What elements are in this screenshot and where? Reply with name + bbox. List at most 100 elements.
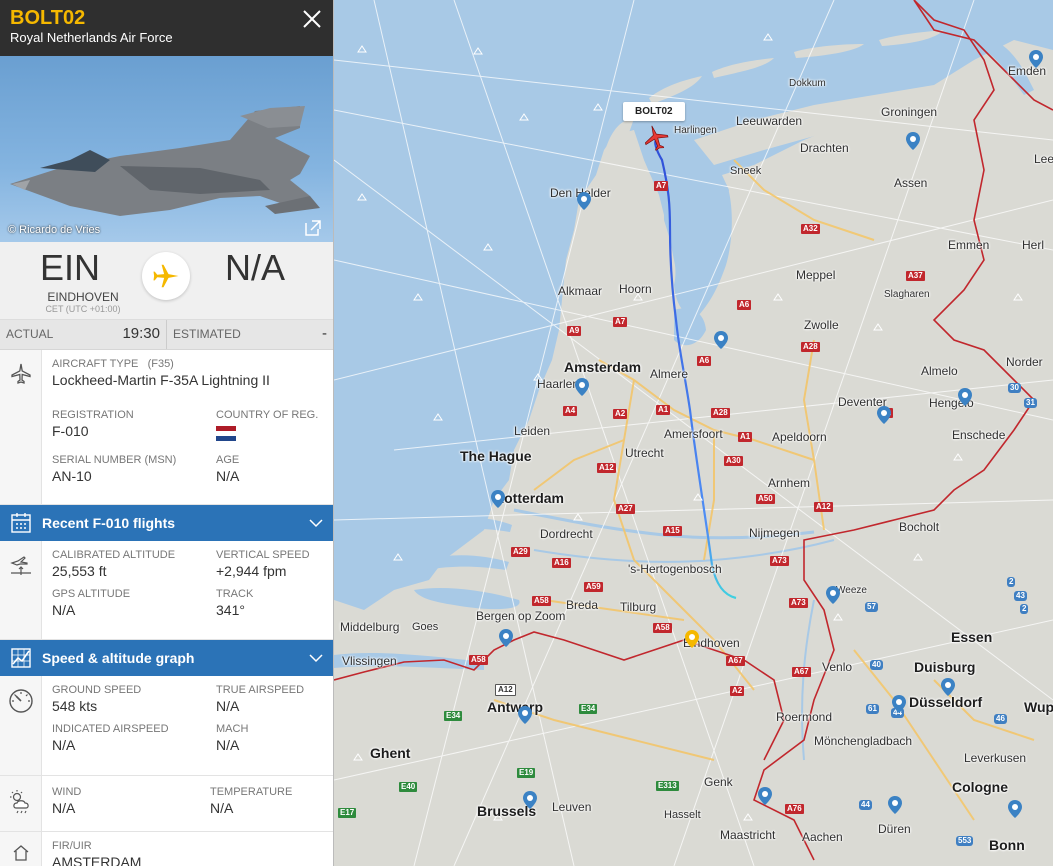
age: N/A	[216, 468, 240, 484]
fir-section: FIR/UIR AMSTERDAM	[0, 832, 333, 866]
selected-aircraft-icon[interactable]	[642, 124, 670, 152]
city-label: Enschede	[952, 428, 1006, 442]
aircraft-type: Lockheed-Martin F-35A Lightning II	[52, 372, 270, 388]
altitude-icon	[9, 556, 31, 575]
actual-time-cell: ACTUAL 19:30	[0, 320, 167, 349]
road-shield: E34	[444, 711, 463, 721]
temperature-label: TEMPERATURE	[210, 786, 293, 798]
photo-credit[interactable]: © Ricardo de Vries	[8, 224, 100, 236]
speed-altitude-graph-toggle[interactable]: Speed & altitude graph	[0, 640, 333, 676]
airport-pin-icon[interactable]	[958, 388, 972, 406]
airport-pin-icon[interactable]	[826, 586, 840, 604]
city-label: Vlissingen	[342, 654, 397, 668]
road-shield: 2	[1020, 604, 1029, 614]
road-shield: A2	[613, 409, 628, 419]
road-shield: A9	[567, 326, 582, 336]
airport-pin-icon[interactable]	[523, 791, 537, 809]
city-label: Herl	[1022, 238, 1045, 252]
aircraft-image	[10, 106, 320, 216]
city-label: Harlingen	[674, 125, 717, 136]
road-shield: A6	[697, 356, 712, 366]
flight-info-panel: BOLT02 Royal Netherlands Air Force © Ric…	[0, 0, 334, 866]
recent-flights-label: Recent F-010 flights	[42, 515, 176, 531]
road-shield: A7	[613, 317, 628, 327]
city-label: Antwerp	[487, 699, 543, 715]
aircraft-callsign-tag[interactable]: BOLT02	[623, 102, 685, 121]
road-shield: A37	[906, 271, 925, 281]
road-shield: A67	[792, 667, 811, 677]
airport-pin-icon[interactable]	[714, 331, 728, 349]
city-label: Cologne	[952, 779, 1008, 795]
airport-pin-icon[interactable]	[491, 490, 505, 508]
airport-pin-icon[interactable]	[1008, 800, 1022, 818]
close-icon[interactable]	[301, 8, 323, 30]
road-shield: 61	[866, 704, 879, 714]
city-label: Assen	[894, 176, 928, 190]
flight-map[interactable]: Dokkum Groningen Emden Harlingen Leeuwar…	[334, 0, 1053, 866]
road-shield: A27	[616, 504, 635, 514]
city-label: Leverkusen	[964, 751, 1027, 765]
city-label: Breda	[566, 598, 599, 612]
city-label: Almere	[650, 367, 689, 381]
road-shield: E40	[399, 782, 418, 792]
airport-pin-eindhoven-icon[interactable]	[685, 630, 699, 648]
airport-pin-icon[interactable]	[575, 378, 589, 396]
road-shield: A30	[724, 456, 743, 466]
airport-pin-icon[interactable]	[1029, 50, 1043, 68]
city-label: Almelo	[921, 364, 958, 378]
origin-code[interactable]: EIN	[40, 246, 100, 290]
city-label: 's-Hertogenbosch	[628, 562, 722, 576]
airport-pin-icon[interactable]	[888, 796, 902, 814]
road-shield: 43	[1014, 591, 1027, 601]
airport-pin-icon[interactable]	[758, 787, 772, 805]
road-shield: A7	[654, 181, 669, 191]
road-shield: A29	[511, 547, 530, 557]
aircraft-photo[interactable]: © Ricardo de Vries	[0, 56, 333, 242]
airport-pin-icon[interactable]	[499, 629, 513, 647]
road-shield: 44	[859, 800, 872, 810]
city-label: Dokkum	[789, 78, 826, 89]
road-shield: A2	[730, 686, 745, 696]
chevron-down-icon	[309, 654, 323, 663]
city-label: Lee	[1034, 152, 1053, 166]
road-shield: A4	[563, 406, 578, 416]
panel-header: BOLT02 Royal Netherlands Air Force	[0, 0, 333, 56]
chevron-down-icon	[309, 519, 323, 528]
airport-pin-icon[interactable]	[941, 678, 955, 696]
destination-code: N/A	[224, 247, 285, 288]
operator-name: Royal Netherlands Air Force	[10, 30, 173, 45]
city-label: Slagharen	[884, 289, 930, 300]
time-row: ACTUAL 19:30 ESTIMATED -	[0, 320, 333, 350]
aircraft-type-code: (F35)	[147, 358, 174, 370]
airport-pin-icon[interactable]	[518, 706, 532, 724]
recent-flights-toggle[interactable]: Recent F-010 flights	[0, 505, 333, 541]
airport-pin-icon[interactable]	[877, 406, 891, 424]
road-shield: A12	[814, 502, 833, 512]
city-label: Weeze	[836, 585, 867, 596]
city-label: Genk	[704, 775, 733, 789]
estimated-label: ESTIMATED	[173, 327, 241, 341]
road-shield: A1	[738, 432, 753, 442]
external-link-icon[interactable]	[303, 218, 323, 238]
city-label: Duisburg	[914, 659, 976, 675]
fir-label: FIR/UIR	[52, 840, 92, 852]
city-label: Düsseldorf	[909, 694, 983, 710]
city-label: Emmen	[948, 238, 990, 252]
city-label: Nijmegen	[749, 526, 800, 540]
airport-pin-icon[interactable]	[892, 695, 906, 713]
airport-pin-icon[interactable]	[906, 132, 920, 150]
true-airspeed-label: TRUE AIRSPEED	[216, 684, 305, 696]
true-airspeed: N/A	[216, 698, 240, 714]
city-label: Bergen op Zoom	[476, 609, 566, 623]
road-shield: A32	[801, 224, 820, 234]
track-label: TRACK	[216, 588, 254, 600]
road-shield: A67	[726, 656, 745, 666]
calibrated-altitude: 25,553 ft	[52, 563, 107, 579]
road-shield: E17	[338, 808, 357, 818]
fir-value: AMSTERDAM	[52, 854, 142, 866]
registration-label: REGISTRATION	[52, 409, 134, 421]
serial-label: SERIAL NUMBER (MSN)	[52, 454, 177, 466]
netherlands-flag-icon	[216, 426, 236, 441]
airport-pin-icon[interactable]	[577, 192, 591, 210]
city-label: Essen	[951, 629, 993, 645]
